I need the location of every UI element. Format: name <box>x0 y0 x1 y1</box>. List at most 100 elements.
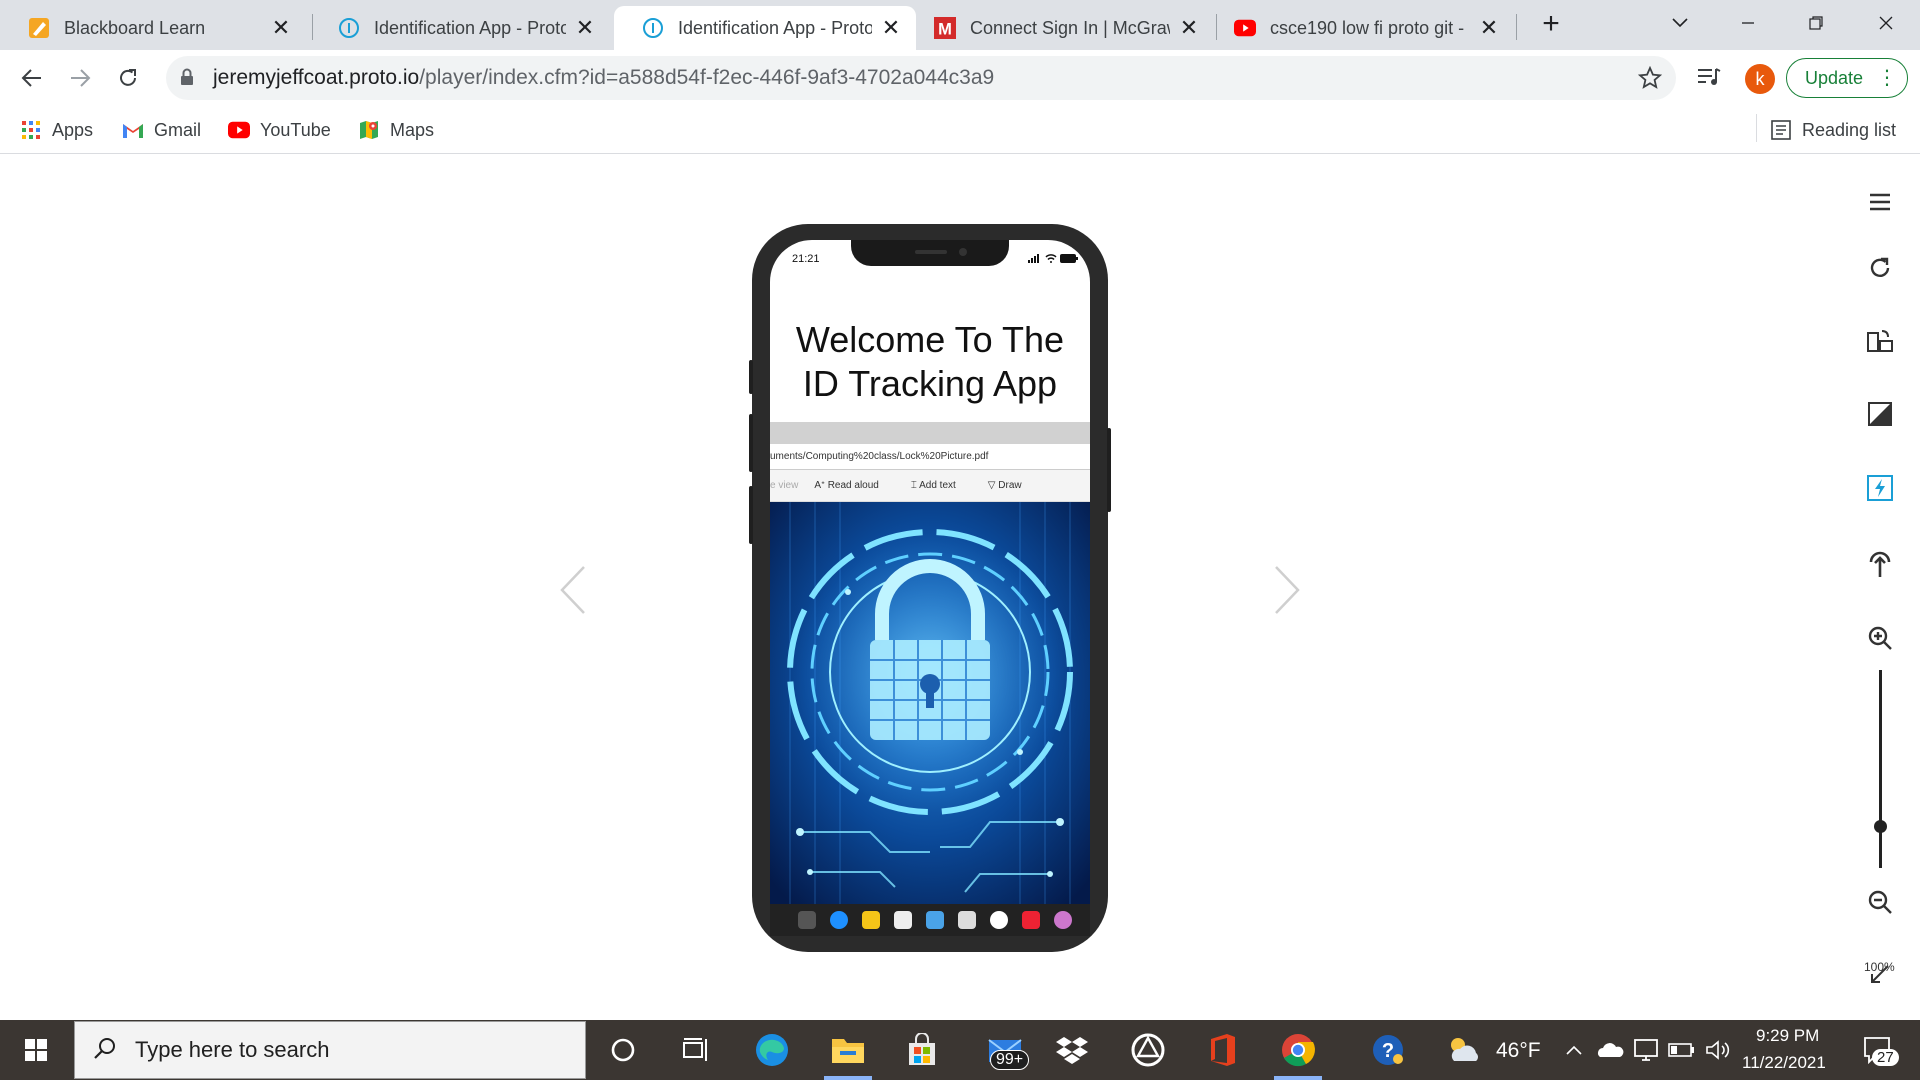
svg-text:?: ? <box>1382 1040 1394 1062</box>
welcome-line-2: ID Tracking App <box>802 363 1058 404</box>
tab-divider <box>1516 14 1517 40</box>
edge-icon <box>830 911 848 929</box>
task-view-icon <box>798 911 816 929</box>
close-tab-icon[interactable]: ✕ <box>574 15 596 40</box>
next-screen-arrow-icon[interactable] <box>1272 565 1302 615</box>
close-tab-icon[interactable]: ✕ <box>270 15 292 40</box>
edge-browser-icon[interactable] <box>752 1030 792 1070</box>
tab-title: Identification App - Proto <box>678 17 872 38</box>
gmail-icon <box>122 119 144 141</box>
taskbar-search-box[interactable]: Type here to search <box>74 1021 586 1079</box>
bookmark-gmail[interactable]: Gmail <box>122 116 201 144</box>
pdf-tool-page-view: e view <box>770 480 799 491</box>
phone-button <box>749 360 753 394</box>
back-button[interactable] <box>16 62 48 94</box>
zoom-slider-handle[interactable] <box>1874 820 1887 833</box>
weather-icon[interactable] <box>1444 1030 1484 1070</box>
status-icons <box>1028 254 1078 263</box>
phone-speaker <box>915 250 947 254</box>
chrome-icon[interactable] <box>1278 1030 1318 1070</box>
media-control-icon[interactable] <box>1696 66 1722 93</box>
task-view-icon[interactable] <box>676 1030 716 1070</box>
tab-blackboard[interactable]: Blackboard Learn ✕ <box>0 6 306 50</box>
close-tab-icon[interactable]: ✕ <box>1178 15 1200 40</box>
active-app-indicator <box>824 1076 872 1080</box>
maps-icon <box>358 119 380 141</box>
display-settings-icon[interactable] <box>1626 1030 1666 1070</box>
new-tab-button[interactable]: + <box>1536 9 1566 40</box>
zoom-in-icon[interactable] <box>1862 620 1898 656</box>
microsoft-store-icon[interactable] <box>902 1030 942 1070</box>
phone-button <box>1107 428 1111 512</box>
pdf-tool-add-text: ⌶ Add text <box>910 480 956 491</box>
hotspots-icon[interactable] <box>1862 470 1898 506</box>
phone-button <box>749 486 753 544</box>
status-time: 21:21 <box>792 253 820 265</box>
tab-title: csce190 low fi proto git - <box>1270 17 1465 38</box>
tab-identification-app-2[interactable]: Identification App - Proto ✕ <box>614 6 916 50</box>
bookmark-label: Apps <box>52 119 94 140</box>
bookmark-youtube[interactable]: YouTube <box>228 116 331 144</box>
volume-icon[interactable] <box>1698 1030 1738 1070</box>
close-tab-icon[interactable]: ✕ <box>880 15 902 40</box>
share-upload-icon[interactable] <box>1862 546 1898 582</box>
show-hidden-icons-chevron-icon[interactable] <box>1554 1030 1594 1070</box>
svg-text:M: M <box>938 20 952 38</box>
forward-button[interactable] <box>64 62 96 94</box>
restore-button[interactable] <box>1796 8 1836 38</box>
previous-screen-arrow-icon[interactable] <box>558 565 588 615</box>
more-menu-icon: ⋮ <box>1877 67 1897 89</box>
help-icon[interactable]: ? <box>1368 1030 1408 1070</box>
bookmark-star-icon[interactable] <box>1637 65 1663 95</box>
file-explorer-icon <box>862 911 880 929</box>
unity-hub-icon[interactable] <box>1128 1030 1168 1070</box>
cyber-lock-image <box>770 502 1090 904</box>
bookmark-apps[interactable]: Apps <box>20 116 93 144</box>
url-path: /player/index.cfm?id=a588d54f-f2ec-446f-… <box>419 66 995 89</box>
youtube-icon <box>228 119 250 141</box>
office-icon[interactable] <box>1202 1030 1242 1070</box>
file-explorer-icon[interactable] <box>828 1030 868 1070</box>
close-window-button[interactable] <box>1866 8 1906 38</box>
search-icon <box>93 1036 117 1065</box>
tab-search-chevron-icon[interactable] <box>1660 8 1700 38</box>
url-text[interactable]: jeremyjeffcoat.proto.io/player/index.cfm… <box>213 66 994 90</box>
tab-youtube-video[interactable]: csce190 low fi proto git - ✕ <box>1206 6 1514 50</box>
menu-hamburger-icon[interactable] <box>1862 184 1898 220</box>
tab-title: Blackboard Learn <box>64 17 206 38</box>
battery-icon[interactable] <box>1662 1030 1702 1070</box>
phone-camera <box>959 248 967 256</box>
windows-start-button[interactable] <box>0 1020 72 1080</box>
rotate-device-icon[interactable] <box>1862 322 1898 358</box>
proto-icon <box>642 17 664 39</box>
wifi-icon <box>1045 254 1057 263</box>
store-icon <box>894 911 912 929</box>
dropbox-icon <box>958 911 976 929</box>
zoom-slider-track[interactable] <box>1879 670 1882 868</box>
app-icon <box>990 911 1008 929</box>
bookmark-maps[interactable]: Maps <box>358 116 434 144</box>
restart-icon[interactable] <box>1862 250 1898 286</box>
minimize-button[interactable] <box>1728 8 1768 38</box>
tab-mcgraw-connect[interactable]: M Connect Sign In | McGraw ✕ <box>906 6 1214 50</box>
zoom-out-icon[interactable] <box>1862 884 1898 920</box>
clock-date[interactable]: 11/22/2021 <box>1742 1053 1826 1073</box>
clock-time[interactable]: 9:29 PM <box>1756 1026 1819 1046</box>
fit-screen-arrow-icon[interactable] <box>1862 956 1898 992</box>
onedrive-icon[interactable] <box>1590 1030 1630 1070</box>
lock-icon[interactable] <box>180 68 194 91</box>
reload-button[interactable] <box>112 62 144 94</box>
tab-identification-app-1[interactable]: Identification App - Proto ✕ <box>310 6 610 50</box>
contrast-toggle-icon[interactable] <box>1862 396 1898 432</box>
cortana-icon[interactable] <box>603 1030 643 1070</box>
dropbox-icon[interactable] <box>1052 1030 1092 1070</box>
profile-avatar[interactable]: k <box>1745 64 1775 94</box>
close-tab-icon[interactable]: ✕ <box>1478 15 1500 40</box>
bookmark-label: Gmail <box>154 119 202 140</box>
tab-title: Identification App - Proto <box>374 17 566 38</box>
reading-list-button[interactable]: Reading list <box>1770 116 1896 144</box>
youtube-icon <box>1234 17 1256 39</box>
apps-grid-icon <box>20 119 42 141</box>
update-button[interactable]: Update ⋮ <box>1786 58 1908 98</box>
bookmark-label: Maps <box>390 119 435 140</box>
